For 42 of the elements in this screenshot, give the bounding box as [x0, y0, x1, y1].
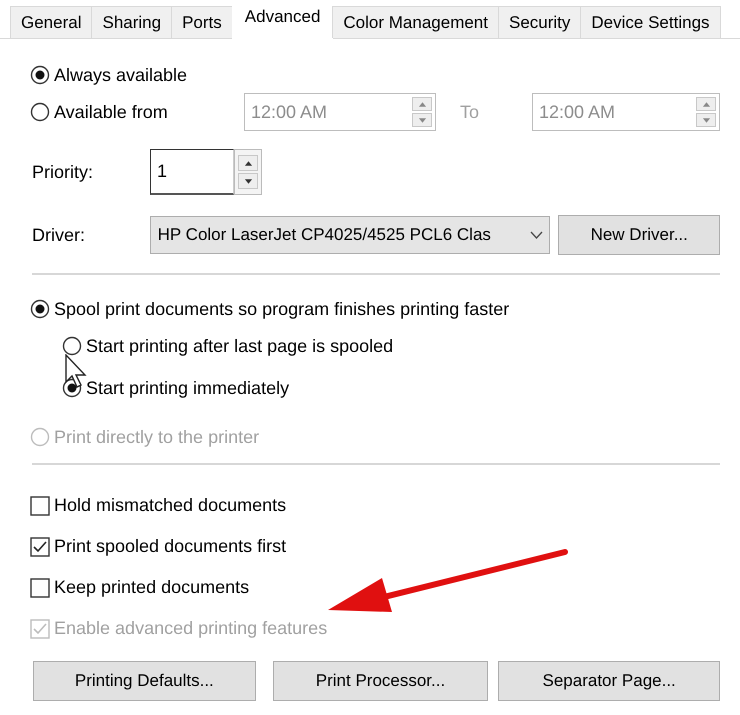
dialog-button[interactable]: Print Processor... [272, 661, 488, 701]
down-triangle-icon [702, 116, 710, 124]
option-label: Spool print documents so program finishes printing faster [54, 298, 510, 320]
radio-button[interactable] [62, 336, 82, 356]
up-triangle-icon [418, 100, 426, 108]
checkbox[interactable] [30, 536, 50, 556]
tab[interactable]: Device Settings [580, 6, 721, 38]
priority-label: Priority: [31, 162, 94, 182]
priority-field[interactable]: 1 [150, 149, 262, 195]
option-label: Print spooled documents first [54, 536, 286, 557]
checkbox[interactable] [30, 496, 50, 516]
to-label: To [460, 102, 480, 122]
tab[interactable]: Sharing [91, 6, 172, 38]
option-label: Hold mismatched documents [54, 495, 286, 516]
tab[interactable]: Ports [171, 6, 233, 38]
option-label: Keep printed documents [54, 577, 250, 598]
radio-button[interactable] [30, 299, 50, 319]
dialog-button[interactable]: Printing Defaults... [33, 661, 256, 701]
up-triangle-icon [244, 160, 252, 166]
down-triangle-icon [418, 116, 426, 124]
option-label: Enable advanced printing features [54, 618, 328, 639]
option-label: Start printing after last page is spooled [86, 336, 394, 356]
chevron-down-icon [530, 231, 544, 239]
new-driver-button[interactable]: New Driver... [558, 215, 720, 255]
option-label: Available from [54, 102, 168, 122]
mouse-pointer-icon [64, 354, 88, 390]
tab[interactable]: General [10, 6, 92, 38]
tab[interactable]: Color Management [332, 6, 499, 38]
driver-label: Driver: [31, 224, 86, 246]
spin-up-button[interactable] [238, 155, 258, 171]
up-triangle-icon [702, 100, 710, 108]
radio-button[interactable] [30, 65, 50, 85]
radio-button[interactable] [30, 102, 50, 122]
spin-down-button[interactable] [238, 173, 258, 189]
checkbox[interactable] [30, 578, 50, 598]
tab[interactable]: Security [498, 6, 582, 38]
option-label: Print directly to the printer [54, 426, 260, 448]
down-triangle-icon [244, 178, 252, 184]
driver-dropdown[interactable]: HP Color LaserJet CP4025/4525 PCL6 Clas [150, 216, 550, 254]
dialog-button[interactable]: Separator Page... [498, 661, 720, 701]
option-label: Start printing immediately [86, 378, 290, 398]
option-label: Always available [54, 64, 188, 86]
